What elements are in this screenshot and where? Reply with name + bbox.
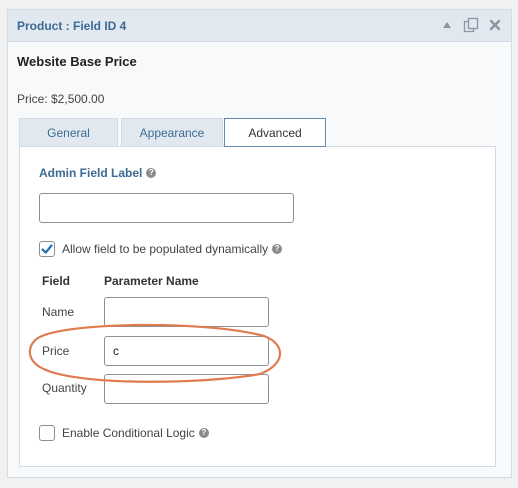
duplicate-icon[interactable] — [463, 17, 479, 33]
field-settings-panel: Product : Field ID 4 Website Base Price … — [7, 9, 512, 478]
close-icon[interactable] — [487, 17, 503, 33]
allow-dynamic-checkbox[interactable] — [39, 241, 55, 257]
help-icon[interactable]: ? — [198, 428, 209, 438]
tab-general[interactable]: General — [19, 118, 118, 146]
conditional-logic-checkbox[interactable] — [39, 425, 55, 441]
price-text: Price: $2,500.00 — [17, 92, 105, 106]
column-header-field: Field — [42, 274, 71, 288]
check-icon — [41, 244, 53, 254]
panel-header: Product : Field ID 4 — [8, 10, 511, 42]
allow-dynamic-label: Allow field to be populated dynamically … — [62, 242, 283, 256]
row-label-name: Name — [42, 305, 75, 319]
field-heading: Website Base Price — [17, 54, 137, 69]
annotation-oval — [28, 323, 282, 383]
panel-title: Product : Field ID 4 — [17, 19, 127, 33]
tab-appearance[interactable]: Appearance — [121, 118, 223, 146]
help-icon[interactable]: ? — [272, 244, 283, 254]
collapse-icon[interactable] — [439, 17, 455, 33]
help-icon[interactable]: ? — [146, 168, 157, 178]
header-icons — [439, 17, 503, 33]
allow-dynamic-text: Allow field to be populated dynamically — [62, 242, 269, 256]
admin-field-label-text: Admin Field Label — [39, 166, 143, 180]
tab-advanced[interactable]: Advanced — [224, 118, 326, 147]
admin-field-label: Admin Field Label ? — [39, 166, 157, 180]
admin-label-input[interactable] — [39, 193, 294, 223]
conditional-logic-text: Enable Conditional Logic — [62, 426, 195, 440]
column-header-parameter: Parameter Name — [104, 274, 199, 288]
conditional-logic-label: Enable Conditional Logic ? — [62, 426, 209, 440]
